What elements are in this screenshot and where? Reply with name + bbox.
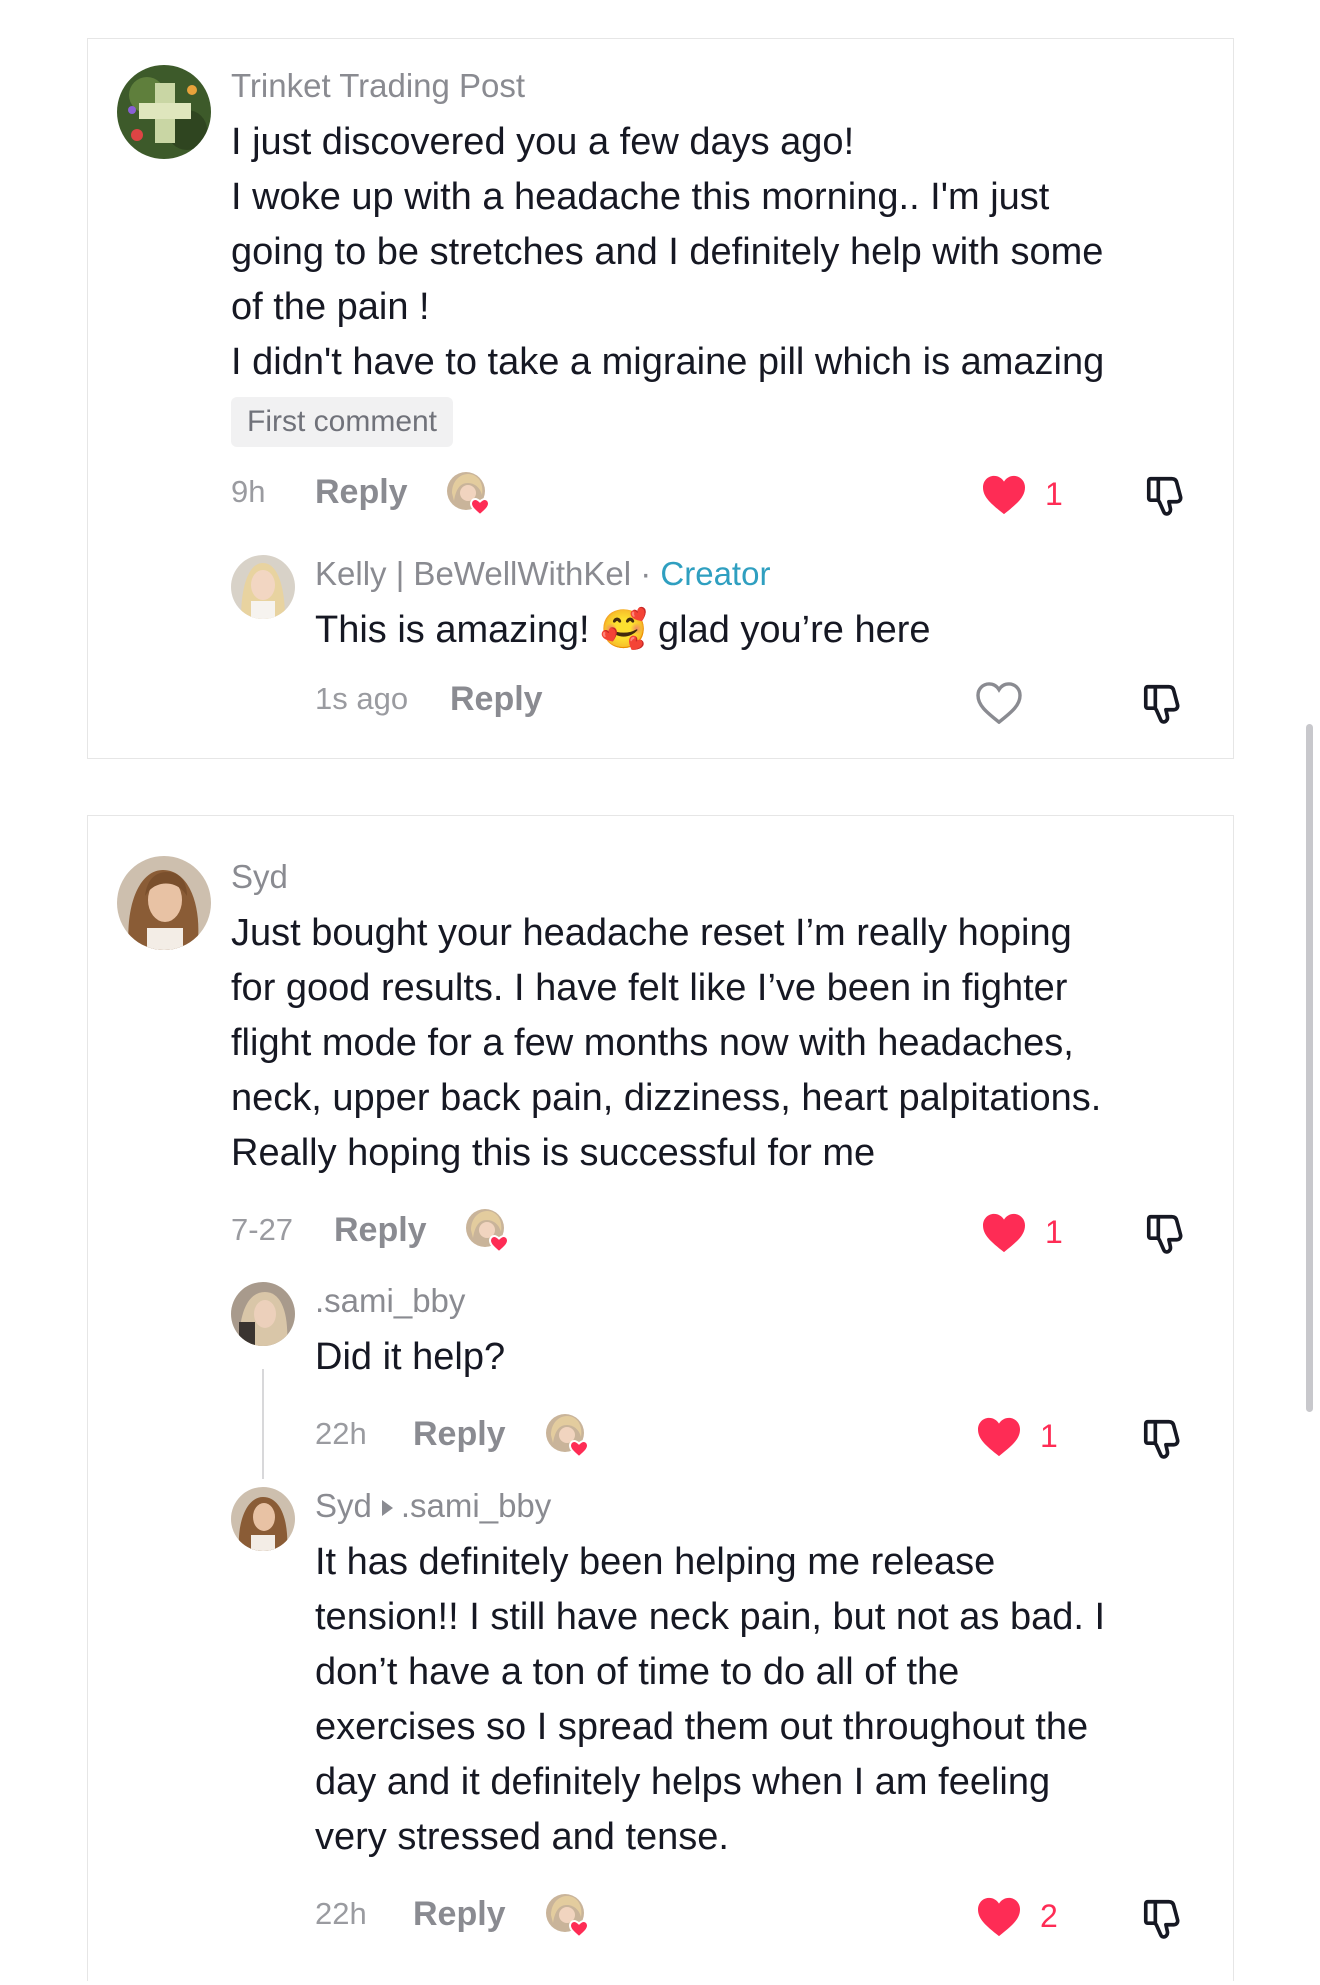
like-count: 2 [1040, 1898, 1058, 1934]
dislike-icon[interactable] [1140, 1896, 1186, 1942]
smiling-face-hearts-emoji: 🥰 [600, 609, 648, 651]
dislike-icon[interactable] [1140, 681, 1186, 727]
reply-author: Syd .sami_bby [315, 1487, 551, 1525]
avatar[interactable] [117, 856, 211, 950]
comment-timestamp: 9h [231, 474, 266, 509]
reply-text-line: tension!! I still have neck pain, but no… [315, 1596, 1106, 1638]
comment-card: Syd Just bought your headache reset I’m … [87, 815, 1234, 1981]
reply-button[interactable]: Reply [413, 1895, 506, 1934]
like-count: 1 [1045, 1214, 1063, 1250]
comment-text-line: for good results. I have felt like I’ve … [231, 967, 1068, 1009]
reply-text-line: don’t have a ton of time to do all of th… [315, 1651, 960, 1693]
reply-to-arrow-icon [381, 1500, 393, 1517]
heart-filled-icon[interactable] [981, 474, 1027, 516]
comment-text-line: I woke up with a headache this morning..… [231, 176, 1050, 218]
reply-text: It has definitely been helping me releas… [315, 1535, 1105, 1865]
avatar[interactable] [117, 65, 211, 159]
dislike-icon[interactable] [1143, 1211, 1189, 1257]
reply-timestamp: 22h [315, 1416, 367, 1451]
reply-timestamp: 1s ago [315, 681, 409, 716]
dislike-icon[interactable] [1143, 473, 1189, 519]
reply-timestamp: 22h [315, 1896, 367, 1931]
reply-author: Kelly | BeWellWithKel · Creator [315, 555, 770, 593]
reply-text-part: This is amazing! [315, 609, 590, 651]
comment-timestamp: 7-27 [231, 1212, 294, 1247]
comment-text-line: flight mode for a few months now with he… [231, 1022, 1074, 1064]
heart-filled-icon[interactable] [976, 1416, 1022, 1458]
like-count: 1 [1045, 476, 1063, 512]
heart-filled-icon[interactable] [981, 1212, 1027, 1254]
name-separator: · [640, 555, 652, 592]
reply-button[interactable]: Reply [413, 1415, 506, 1454]
reply-text-line: exercises so I spread them out throughou… [315, 1706, 1089, 1748]
first-comment-badge: First comment [231, 397, 454, 447]
comment-card: Trinket Trading Post I just discovered y… [87, 38, 1234, 759]
comment-text-line: neck, upper back pain, dizziness, heart … [231, 1077, 1102, 1119]
reply-text: Did it help? [315, 1330, 505, 1385]
thread-line [262, 1369, 264, 1479]
comment-text-line: I just discovered you a few days ago! [231, 121, 855, 163]
comment-author[interactable]: Syd [231, 858, 288, 896]
reply-text-line: day and it definitely helps when I am fe… [315, 1761, 1051, 1803]
heart-filled-icon[interactable] [976, 1896, 1022, 1938]
dislike-icon[interactable] [1140, 1416, 1186, 1462]
heart-outline-icon[interactable] [976, 682, 1022, 724]
reply-author-name[interactable]: Syd [315, 1487, 372, 1524]
reply-text-line: Did it help? [315, 1336, 506, 1378]
reply-button[interactable]: Reply [334, 1211, 427, 1250]
creator-liked-avatar-icon [545, 1413, 593, 1461]
reply-text: This is amazing! 🥰 glad you’re here [315, 603, 931, 658]
creator-label: Creator [660, 555, 771, 592]
comment-text: I just discovered you a few days ago! I … [231, 115, 1104, 390]
reply-author[interactable]: .sami_bby [315, 1282, 465, 1320]
comment-text-line: going to be stretches and I definitely h… [231, 231, 1104, 273]
reply-text-line: It has definitely been helping me releas… [315, 1541, 996, 1583]
reply-button[interactable]: Reply [450, 680, 543, 719]
comment-text: Just bought your headache reset I’m real… [231, 906, 1101, 1181]
creator-liked-avatar-icon [446, 471, 494, 519]
reply-text-part: glad you’re here [658, 609, 931, 651]
comment-text-line: Just bought your headache reset I’m real… [231, 912, 1072, 954]
reply-to-name[interactable]: .sami_bby [401, 1487, 551, 1524]
comment-author[interactable]: Trinket Trading Post [231, 67, 525, 105]
scrollbar[interactable] [1306, 724, 1313, 1412]
comment-text-line: Really hoping this is successful for me [231, 1132, 876, 1174]
avatar[interactable] [231, 1487, 295, 1551]
reply-button[interactable]: Reply [315, 473, 408, 512]
reply-text-line: very stressed and tense. [315, 1816, 729, 1858]
reply-author-name[interactable]: Kelly | BeWellWithKel [315, 555, 631, 592]
avatar[interactable] [231, 555, 295, 619]
comment-text-line: of the pain ! [231, 286, 430, 328]
like-count: 1 [1040, 1418, 1058, 1454]
avatar[interactable] [231, 1282, 295, 1346]
comment-text-line: I didn't have to take a migraine pill wh… [231, 341, 1105, 383]
creator-liked-avatar-icon [545, 1893, 593, 1941]
creator-liked-avatar-icon [465, 1208, 513, 1256]
